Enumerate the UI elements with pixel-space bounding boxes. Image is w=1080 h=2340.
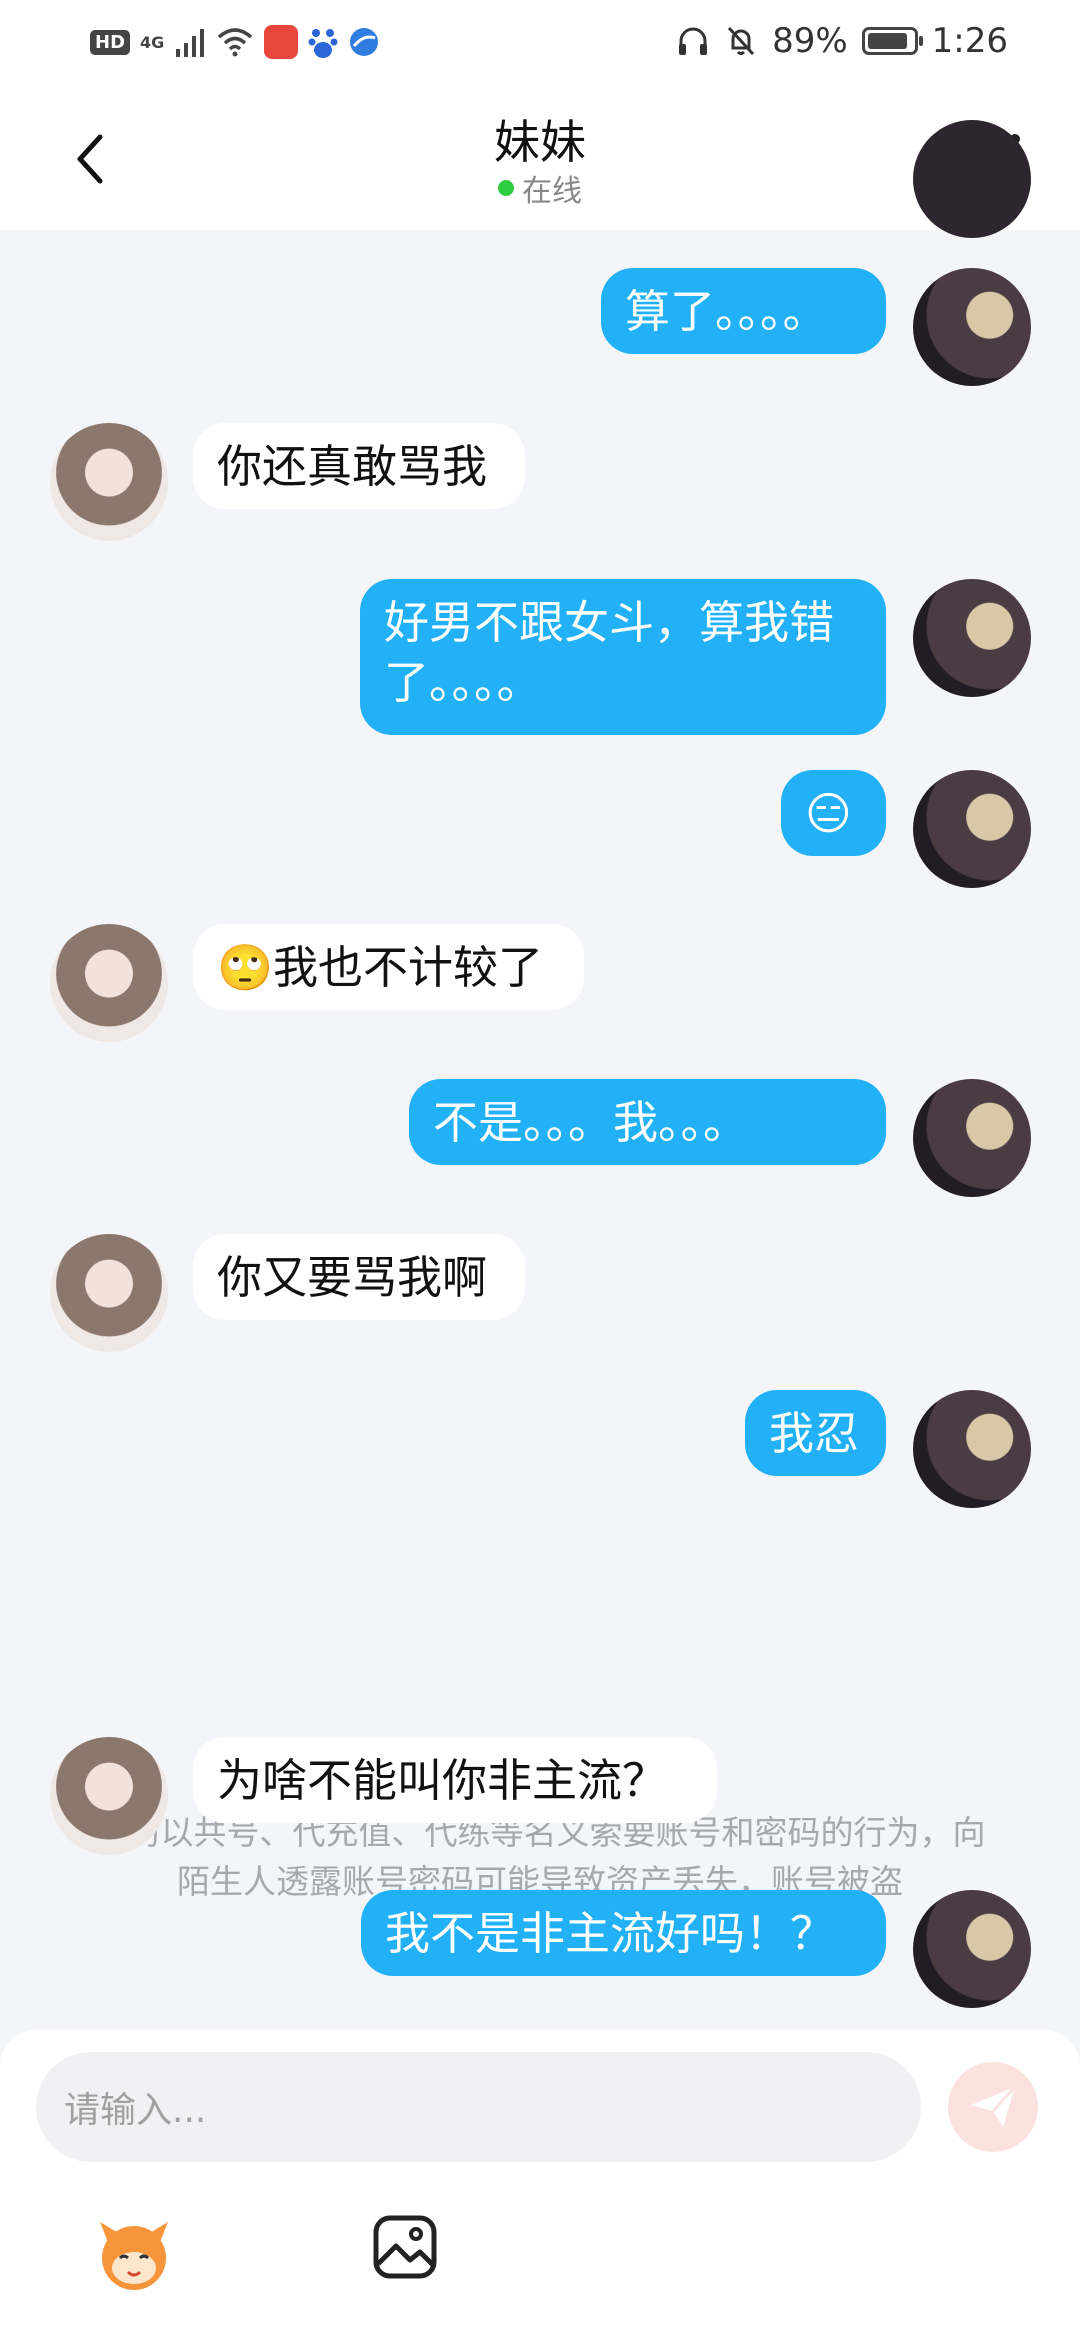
message-bubble-incoming[interactable]: 你又要骂我啊 [193,1234,525,1320]
message-bubble-outgoing[interactable]: 我不是非主流好吗！？ [361,1890,886,1976]
message-bubble-outgoing[interactable]: 算了。。。。 [601,268,886,354]
message-bubble-incoming[interactable]: 你还真敢骂我 [193,423,525,509]
contact-avatar[interactable] [50,1234,168,1352]
clock: 1:26 [931,21,1008,61]
my-avatar[interactable] [913,268,1031,386]
status-left: HD 4G [90,22,380,62]
message-bubble-incoming[interactable]: 为啥不能叫你非主流？ [193,1737,717,1823]
my-avatar[interactable] [913,770,1031,888]
message-bubble-outgoing[interactable]: 😑 [781,770,886,856]
message-bubble-outgoing[interactable]: 我忍 [745,1390,886,1476]
image-picker-button[interactable] [370,2212,440,2282]
image-icon [373,2215,437,2279]
my-avatar[interactable] [913,1390,1031,1508]
browser-icon [350,28,379,56]
mute-bell-icon [727,26,755,56]
send-button[interactable] [948,2062,1038,2152]
signal-icon [176,29,205,57]
hd-badge: HD [90,29,131,55]
message-bubble-outgoing[interactable]: 好男不跟女斗，算我错了。。。。 [360,579,886,735]
message-list[interactable]: 算了。。。。 你还真敢骂我 好男不跟女斗，算我错了。。。。 😑 🙄我也不计较了 … [0,120,1080,2030]
appgallery-icon [264,25,299,59]
battery-icon [861,27,923,55]
battery-percent: 89% [772,21,848,61]
network-type: 4G [140,32,165,52]
baidu-icon [308,29,338,58]
input-placeholder: 请输入... [64,2090,207,2131]
contact-avatar[interactable] [50,924,168,1042]
my-avatar[interactable] [913,579,1031,697]
status-right: 89% 1:26 [676,18,1008,64]
message-input[interactable]: 请输入... [36,2052,921,2162]
online-status-text: 在线 [522,174,582,209]
status-bar: HD 4G 89% 1:26 [0,0,1080,84]
my-avatar-partial [913,120,1031,238]
battery-fill [867,33,907,49]
contact-avatar[interactable] [50,1737,168,1855]
my-avatar[interactable] [913,1890,1031,2008]
online-dot-icon [498,180,514,196]
wifi-icon [218,28,253,57]
input-panel: 请输入... [0,2030,1080,2340]
sticker-mascot-button[interactable] [92,2212,176,2296]
message-bubble-incoming[interactable]: 🙄我也不计较了 [193,924,584,1010]
message-bubble-outgoing[interactable]: 不是。。。我。。。 [409,1079,886,1165]
my-avatar[interactable] [913,1079,1031,1197]
headphones-icon [679,27,708,55]
send-icon [971,2085,1017,2127]
contact-avatar[interactable] [50,423,168,541]
mascot-icon [100,2222,168,2290]
